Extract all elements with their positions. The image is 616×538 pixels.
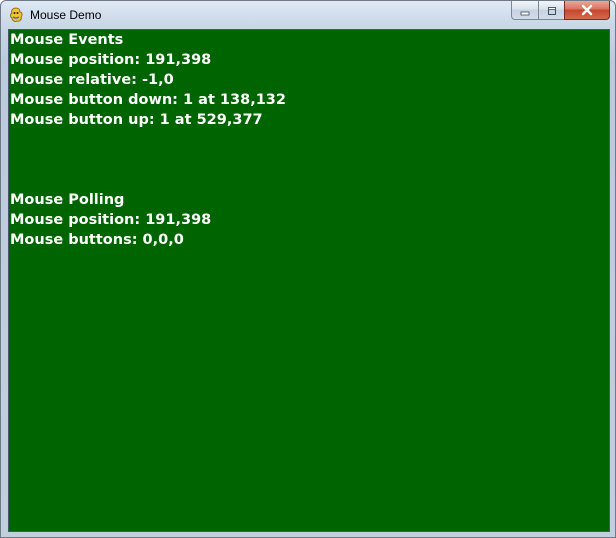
game-canvas[interactable]: Mouse Events Mouse position: 191,398 Mou… <box>8 29 610 532</box>
close-icon <box>580 1 594 20</box>
close-button[interactable] <box>564 1 610 20</box>
title-bar[interactable]: Mouse Demo <box>1 1 615 29</box>
events-mouse-relative: Mouse relative: -1,0 <box>10 72 174 88</box>
events-mouse-button-up: Mouse button up: 1 at 529,377 <box>10 112 263 128</box>
maximize-button[interactable] <box>538 1 564 20</box>
minimize-button[interactable] <box>511 1 538 20</box>
pygame-snake-icon[interactable] <box>8 7 24 23</box>
mouse-polling-heading: Mouse Polling <box>10 192 125 208</box>
minimize-icon <box>519 1 531 20</box>
app-window: Mouse Demo Mouse Events Mouse position: … <box>0 0 616 538</box>
polling-mouse-buttons: Mouse buttons: 0,0,0 <box>10 232 184 248</box>
events-mouse-position: Mouse position: 191,398 <box>10 52 212 68</box>
events-mouse-button-down: Mouse button down: 1 at 138,132 <box>10 92 286 108</box>
window-controls <box>511 1 610 21</box>
polling-mouse-position: Mouse position: 191,398 <box>10 212 212 228</box>
mouse-events-heading: Mouse Events <box>10 32 124 48</box>
maximize-icon <box>546 1 558 20</box>
window-title: Mouse Demo <box>30 8 102 22</box>
